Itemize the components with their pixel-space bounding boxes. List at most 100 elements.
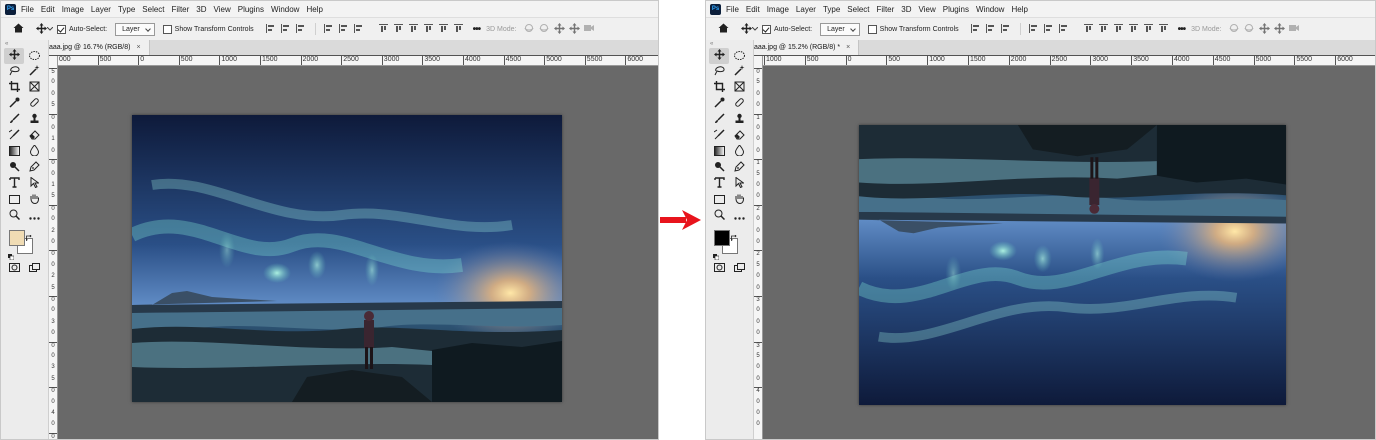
3d-mode-button[interactable] [523, 24, 536, 34]
3d-mode-button[interactable] [538, 24, 551, 34]
menu-image[interactable]: Image [767, 5, 789, 14]
3d-mode-button[interactable] [1258, 22, 1271, 34]
menu-3d[interactable]: 3D [901, 5, 911, 14]
distribute-button[interactable] [1142, 23, 1155, 34]
show-transform-controls-checkbox[interactable]: Show Transform Controls [867, 24, 959, 34]
crop-tool[interactable] [709, 80, 729, 96]
dodge-tool[interactable] [4, 160, 24, 176]
auto-select-dropdown[interactable]: Layer [820, 22, 860, 36]
document-tab[interactable]: aaa.jpg @ 16.7% (RGB/8) × [49, 40, 150, 55]
distribute-button[interactable] [407, 23, 420, 34]
align-button[interactable] [264, 23, 277, 34]
more-tools[interactable] [729, 208, 749, 224]
align-button[interactable] [1027, 23, 1040, 34]
healing-tool[interactable] [729, 96, 749, 112]
align-button[interactable] [294, 23, 307, 34]
align-button[interactable] [1057, 23, 1070, 34]
auto-select-checkbox[interactable]: Auto-Select: [762, 24, 812, 34]
more-options-button[interactable]: ••• [473, 24, 481, 35]
clone-stamp-tool[interactable] [24, 112, 44, 128]
magic-wand-tool[interactable] [24, 64, 44, 80]
default-colors-icon[interactable] [713, 247, 720, 261]
distribute-button[interactable] [1127, 23, 1140, 34]
tab-close-icon[interactable]: × [136, 44, 140, 51]
gradient-tool[interactable] [4, 144, 24, 160]
hand-tool[interactable] [24, 192, 44, 208]
menu-window[interactable]: Window [271, 5, 299, 14]
distribute-button[interactable] [452, 23, 465, 34]
menu-plugins[interactable]: Plugins [238, 5, 264, 14]
history-brush-tool[interactable] [4, 128, 24, 144]
dodge-tool[interactable] [709, 160, 729, 176]
more-tools[interactable] [24, 208, 44, 224]
eraser-tool[interactable] [729, 128, 749, 144]
menu-help[interactable]: Help [1011, 5, 1027, 14]
foreground-color-swatch[interactable] [9, 230, 25, 246]
3d-mode-button[interactable] [1243, 24, 1256, 34]
menu-file[interactable]: File [726, 5, 739, 14]
menu-filter[interactable]: Filter [172, 5, 190, 14]
align-button[interactable] [984, 23, 997, 34]
align-button[interactable] [352, 23, 365, 34]
menu-edit[interactable]: Edit [746, 5, 760, 14]
image-canvas-flipped[interactable] [859, 125, 1286, 405]
menu-select[interactable]: Select [847, 5, 869, 14]
canvas-area[interactable] [763, 66, 1375, 439]
menu-type[interactable]: Type [823, 5, 840, 14]
eyedropper-tool[interactable] [709, 96, 729, 112]
zoom-tool[interactable] [709, 208, 729, 224]
distribute-button[interactable] [1157, 23, 1170, 34]
screen-mode-button[interactable] [24, 260, 44, 276]
align-button[interactable] [337, 23, 350, 34]
distribute-button[interactable] [1082, 23, 1095, 34]
type-tool[interactable] [709, 176, 729, 192]
distribute-button[interactable] [437, 23, 450, 34]
rectangle-tool[interactable] [709, 192, 729, 208]
default-colors-icon[interactable] [8, 247, 15, 261]
menu-type[interactable]: Type [118, 5, 135, 14]
rectangle-tool[interactable] [4, 192, 24, 208]
3d-mode-button[interactable] [1288, 24, 1301, 34]
pen-tool[interactable] [24, 160, 44, 176]
menu-view[interactable]: View [919, 5, 936, 14]
align-button[interactable] [322, 23, 335, 34]
distribute-button[interactable] [1112, 23, 1125, 34]
menu-select[interactable]: Select [142, 5, 164, 14]
menu-window[interactable]: Window [976, 5, 1004, 14]
home-button[interactable] [716, 22, 730, 36]
swap-colors-icon[interactable] [25, 228, 32, 242]
eraser-tool[interactable] [24, 128, 44, 144]
align-button[interactable] [279, 23, 292, 34]
path-select-tool[interactable] [24, 176, 44, 192]
marquee-tool[interactable] [24, 48, 44, 64]
distribute-button[interactable] [1097, 23, 1110, 34]
auto-select-checkbox[interactable]: Auto-Select: [57, 24, 107, 34]
swap-colors-icon[interactable] [730, 228, 737, 242]
menu-file[interactable]: File [21, 5, 34, 14]
zoom-tool[interactable] [4, 208, 24, 224]
clone-stamp-tool[interactable] [729, 112, 749, 128]
menu-layer[interactable]: Layer [796, 5, 816, 14]
quick-mask-button[interactable] [709, 260, 729, 276]
align-button[interactable] [999, 23, 1012, 34]
3d-mode-button[interactable] [553, 22, 566, 34]
crop-tool[interactable] [4, 80, 24, 96]
menu-help[interactable]: Help [306, 5, 322, 14]
menu-layer[interactable]: Layer [91, 5, 111, 14]
menu-view[interactable]: View [214, 5, 231, 14]
document-tab[interactable]: aaa.jpg @ 15.2% (RGB/8) * × [754, 40, 860, 55]
3d-mode-button[interactable] [1228, 24, 1241, 34]
3d-mode-button[interactable] [583, 24, 596, 34]
move-tool-preset[interactable] [35, 22, 53, 36]
foreground-color-swatch[interactable] [714, 230, 730, 246]
history-brush-tool[interactable] [709, 128, 729, 144]
align-button[interactable] [1042, 23, 1055, 34]
menu-image[interactable]: Image [62, 5, 84, 14]
move-tool[interactable] [4, 48, 24, 64]
menu-plugins[interactable]: Plugins [943, 5, 969, 14]
frame-tool[interactable] [729, 80, 749, 96]
image-canvas-upright[interactable] [132, 115, 562, 402]
3d-mode-button[interactable] [1273, 22, 1286, 34]
distribute-button[interactable] [392, 23, 405, 34]
canvas-area[interactable] [58, 66, 658, 439]
